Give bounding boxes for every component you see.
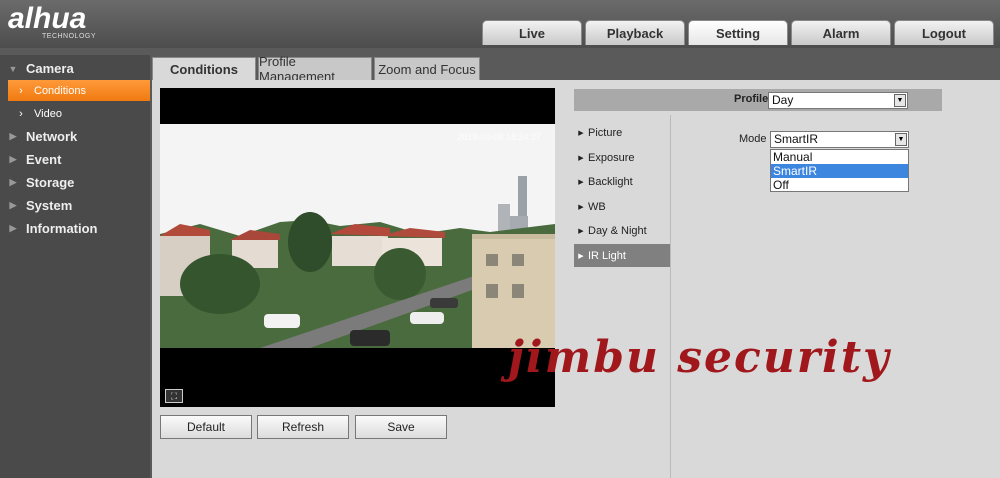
caret-right-icon: ▶ [578, 178, 584, 186]
nav-tab-setting[interactable]: Setting [688, 20, 788, 45]
mode-option-off[interactable]: Off [771, 178, 908, 192]
nav-tab-logout[interactable]: Logout [894, 20, 994, 45]
caret-right-icon: ▶ [9, 200, 17, 210]
chevron-right-icon: › [19, 84, 23, 97]
fullscreen-icon[interactable]: ⛶ [165, 389, 183, 403]
watermark-text: jimbu security [508, 332, 891, 383]
tab-conditions[interactable]: Conditions [152, 57, 256, 81]
menu-item-label: IR Light [588, 249, 626, 262]
sidebar-item-label: Event [26, 152, 62, 167]
sidebar-item-label: Network [26, 129, 78, 144]
dahua-logo: alhua TECHNOLOGY [8, 4, 138, 44]
divider [670, 115, 671, 478]
menu-item-ir-light[interactable]: ▶ IR Light [574, 244, 670, 267]
camera-scene-image: 2018-09-08 18:34:27 [160, 124, 555, 348]
menu-item-picture[interactable]: ▶ Picture [574, 121, 670, 144]
caret-right-icon: ▶ [9, 154, 17, 164]
mode-label: Mode [739, 133, 767, 145]
chevron-down-icon[interactable]: ▼ [895, 133, 907, 146]
logo-subtitle: TECHNOLOGY [42, 33, 97, 40]
sidebar-item-event[interactable]: ▶ Event [0, 149, 150, 170]
menu-item-label: Exposure [588, 151, 635, 164]
menu-item-label: Picture [588, 126, 623, 139]
caret-right-icon: ▶ [578, 129, 584, 137]
menu-item-label: WB [588, 200, 606, 213]
caret-right-icon: ▶ [578, 203, 584, 211]
sidebar-item-video[interactable]: › Video [8, 103, 150, 124]
caret-right-icon: ▶ [578, 154, 584, 162]
sidebar-item-camera[interactable]: ▼ Camera [0, 58, 150, 79]
caret-down-icon: ▼ [8, 63, 18, 74]
nav-tab-alarm[interactable]: Alarm [791, 20, 891, 45]
mode-option-manual[interactable]: Manual [771, 150, 908, 164]
nav-tab-live[interactable]: Live [482, 20, 582, 45]
sidebar-item-label: Information [26, 221, 98, 236]
caret-right-icon: ▶ [9, 223, 17, 233]
default-button[interactable]: Default [160, 415, 252, 439]
sidebar-item-storage[interactable]: ▶ Storage [0, 172, 150, 193]
caret-right-icon: ▶ [578, 252, 584, 260]
tab-profile-management[interactable]: Profile Management [258, 54, 372, 84]
tab-zoom-and-focus[interactable]: Zoom and Focus [374, 57, 480, 81]
sidebar-item-label: Camera [26, 61, 74, 76]
save-button[interactable]: Save [355, 415, 447, 439]
sidebar-item-label: System [26, 198, 73, 213]
caret-right-icon: ▶ [9, 131, 17, 141]
profile-label: Profile [734, 93, 769, 105]
video-preview[interactable]: 2018-09-08 18:34:27 ⛶ [160, 88, 555, 407]
video-timestamp: 2018-09-08 18:34:27 [457, 132, 541, 142]
menu-item-backlight[interactable]: ▶ Backlight [574, 170, 670, 193]
mode-option-smartir[interactable]: SmartIR [771, 164, 908, 178]
profile-select[interactable]: Day ▼ [768, 92, 908, 109]
sidebar-item-label: Storage [26, 175, 75, 190]
menu-item-label: Day & Night [588, 224, 647, 237]
refresh-button[interactable]: Refresh [257, 415, 349, 439]
content-area: Conditions Profile Management Zoom and F… [150, 54, 1000, 478]
chevron-down-icon[interactable]: ▼ [894, 94, 906, 107]
mode-select[interactable]: SmartIR ▼ [770, 131, 909, 148]
profile-select-value: Day [772, 93, 794, 107]
sidebar-item-system[interactable]: ▶ System [0, 195, 150, 216]
menu-item-exposure[interactable]: ▶ Exposure [574, 146, 670, 169]
sidebar-item-information[interactable]: ▶ Information [0, 218, 150, 239]
menu-item-wb[interactable]: ▶ WB [574, 195, 670, 218]
menu-item-day-night[interactable]: ▶ Day & Night [574, 219, 670, 242]
mode-dropdown-list: Manual SmartIR Off [770, 149, 909, 192]
menu-item-label: Backlight [588, 175, 633, 188]
top-header: alhua TECHNOLOGY Live Playback Setting A… [0, 0, 1000, 48]
caret-right-icon: ▶ [9, 177, 17, 187]
sidebar: ▼ Camera › Conditions › Video ▶ Network … [0, 55, 150, 478]
profile-bar: Profile Day ▼ [574, 89, 942, 111]
sidebar-item-label: Video [34, 107, 62, 120]
caret-right-icon: ▶ [578, 227, 584, 235]
sidebar-item-label: Conditions [34, 84, 86, 97]
logo-text: alhua [8, 2, 87, 35]
mode-select-value: SmartIR [774, 132, 819, 146]
sidebar-item-network[interactable]: ▶ Network [0, 126, 150, 147]
nav-tab-playback[interactable]: Playback [585, 20, 685, 45]
sidebar-item-conditions[interactable]: › Conditions [8, 80, 150, 101]
chevron-right-icon: › [19, 107, 23, 120]
settings-panel: 2018-09-08 18:34:27 ⛶ Default Refresh Sa… [152, 80, 1000, 478]
